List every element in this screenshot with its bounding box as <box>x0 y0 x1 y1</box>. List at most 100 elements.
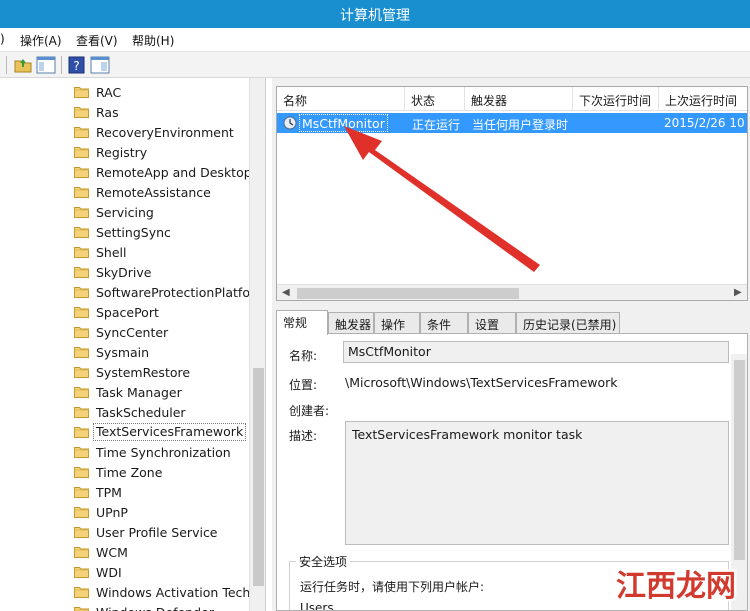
tree-item[interactable]: Time Synchronization <box>74 442 252 462</box>
tree-item[interactable]: SkyDrive <box>74 262 252 282</box>
menu-item-view[interactable]: 查看(V) <box>76 32 118 49</box>
scroll-left-icon[interactable]: ◀ <box>282 287 290 298</box>
console-tree: RAC Ras RecoveryEnvironment Registry RemoteA… <box>0 78 266 611</box>
folder-icon <box>74 527 89 538</box>
tree-item-label: RAC <box>96 85 122 100</box>
column-header-label: 名称 <box>283 94 308 108</box>
tab-conditions[interactable]: 条件 <box>420 312 468 334</box>
folder-icon <box>74 107 89 118</box>
task-status: 正在运行 <box>412 118 461 132</box>
tree-item[interactable]: SpacePort <box>74 302 252 322</box>
tree-item[interactable]: UPnP <box>74 502 252 522</box>
tree-item[interactable]: Registry <box>74 142 252 162</box>
task-row[interactable]: MsCtfMonitor 正在运行 当任何用户登录时 2015/2/26 10 <box>277 113 747 133</box>
tree-item[interactable]: RemoteAssistance <box>74 182 252 202</box>
name-field[interactable]: MsCtfMonitor <box>343 341 729 363</box>
column-header-status[interactable]: 状态 <box>405 87 465 111</box>
run-as-label: 运行任务时，请使用下列用户帐户: <box>300 580 485 594</box>
menu-item-file-cut[interactable]: ) <box>0 32 5 46</box>
tab-history[interactable]: 历史记录(已禁用) <box>516 312 620 334</box>
tree-item[interactable]: SettingSync <box>74 222 252 242</box>
tree-item[interactable]: WCM <box>74 542 252 562</box>
tree-item[interactable]: RemoteApp and Desktop <box>74 162 252 182</box>
tree-item[interactable]: TaskScheduler <box>74 402 252 422</box>
help-icon[interactable]: ? <box>67 55 87 75</box>
svg-text:?: ? <box>73 59 79 73</box>
folder-icon <box>74 427 89 438</box>
toolbar-separator <box>6 56 7 74</box>
folder-icon <box>74 387 89 398</box>
show-hide-console-tree-icon[interactable] <box>36 55 56 75</box>
tab-settings[interactable]: 设置 <box>468 312 516 334</box>
folder-icon <box>74 367 89 378</box>
tree-item[interactable]: WDI <box>74 562 252 582</box>
folder-icon <box>74 267 89 278</box>
scroll-right-icon[interactable]: ▶ <box>734 287 742 298</box>
tree-item-label: Registry <box>96 145 148 160</box>
column-header-next-run[interactable]: 下次运行时间 <box>573 87 659 111</box>
tree-item[interactable]: Windows Activation Technologies <box>74 582 252 602</box>
tree-item-label: Servicing <box>96 205 154 220</box>
tree-item-label: RecoveryEnvironment <box>96 125 234 140</box>
toolbar: ? <box>0 52 750 78</box>
properties-scrollbar-thumb[interactable] <box>734 360 745 560</box>
tree-item-label: SyncCenter <box>96 325 169 340</box>
tree-item[interactable]: SoftwareProtectionPlatform <box>74 282 252 302</box>
tree-item[interactable]: TPM <box>74 482 252 502</box>
tree-item[interactable]: Time Zone <box>74 462 252 482</box>
title-bar: 计算机管理 <box>0 0 750 28</box>
folder-icon <box>74 207 89 218</box>
column-header-label: 下次运行时间 <box>579 94 652 108</box>
show-hide-action-pane-icon[interactable] <box>90 55 110 75</box>
column-header-trigger[interactable]: 触发器 <box>465 87 573 111</box>
tree-item[interactable]: RecoveryEnvironment <box>74 122 252 142</box>
tree-item[interactable]: Servicing <box>74 202 252 222</box>
window-title: 计算机管理 <box>340 8 410 24</box>
tab-triggers[interactable]: 触发器 <box>328 312 374 334</box>
tree-item[interactable]: Sysmain <box>74 342 252 362</box>
tab-label: 设置 <box>475 318 500 332</box>
folder-icon <box>74 507 89 518</box>
name-label: 名称: <box>289 349 318 363</box>
folder-icon <box>74 247 89 258</box>
tree-item[interactable]: SyncCenter <box>74 322 252 342</box>
hscrollbar-thumb[interactable] <box>297 288 519 299</box>
details-pane: 名称 状态 触发器 下次运行时间 上次运行时间 MsCtfMonitor 正在运… <box>272 78 750 611</box>
tree-item-label: SettingSync <box>96 225 171 240</box>
tree-item-label: Shell <box>96 245 127 260</box>
column-header-last-run[interactable]: 上次运行时间 <box>659 87 747 111</box>
tree-item[interactable]: Task Manager <box>74 382 252 402</box>
tree-item-label: SpacePort <box>96 305 159 320</box>
tree-item-label: RemoteAssistance <box>96 185 211 200</box>
tree-item-label: SystemRestore <box>96 365 191 380</box>
tree-item[interactable]: TextServicesFramework <box>74 422 252 442</box>
tree-item[interactable]: SystemRestore <box>74 362 252 382</box>
tree-scrollbar-thumb[interactable] <box>253 368 264 586</box>
tree-scrollbar[interactable] <box>249 78 265 611</box>
tree-item-label: TPM <box>96 485 122 500</box>
tree-item[interactable]: Ras <box>74 102 252 122</box>
task-last-run: 2015/2/26 10 <box>664 116 745 130</box>
tree-item[interactable]: Windows Defender <box>74 602 252 611</box>
author-label: 创建者: <box>289 404 330 418</box>
location-label: 位置: <box>289 378 318 392</box>
tree-item[interactable]: Shell <box>74 242 252 262</box>
folder-icon <box>74 187 89 198</box>
folder-icon <box>74 347 89 358</box>
menu-item-action[interactable]: 操作(A) <box>20 32 62 49</box>
tab-actions[interactable]: 操作 <box>374 312 420 334</box>
tab-general[interactable]: 常规 <box>276 310 328 335</box>
description-field[interactable]: TextServicesFramework monitor task <box>345 421 729 545</box>
folder-icon <box>74 607 89 611</box>
column-header-name[interactable]: 名称 <box>277 87 405 111</box>
folder-icon <box>74 407 89 418</box>
menu-item-help[interactable]: 帮助(H) <box>132 32 174 49</box>
tree-item-label: SkyDrive <box>96 265 152 280</box>
folder-icon <box>74 487 89 498</box>
tree-item[interactable]: RAC <box>74 82 252 102</box>
task-list-hscrollbar[interactable]: ◀ ▶ <box>277 284 747 300</box>
tree-item-label: WCM <box>96 545 128 560</box>
up-folder-icon[interactable] <box>13 55 33 75</box>
watermark-icon: 江西龙网 江西龙网 <box>614 567 739 607</box>
tree-item[interactable]: User Profile Service <box>74 522 252 542</box>
